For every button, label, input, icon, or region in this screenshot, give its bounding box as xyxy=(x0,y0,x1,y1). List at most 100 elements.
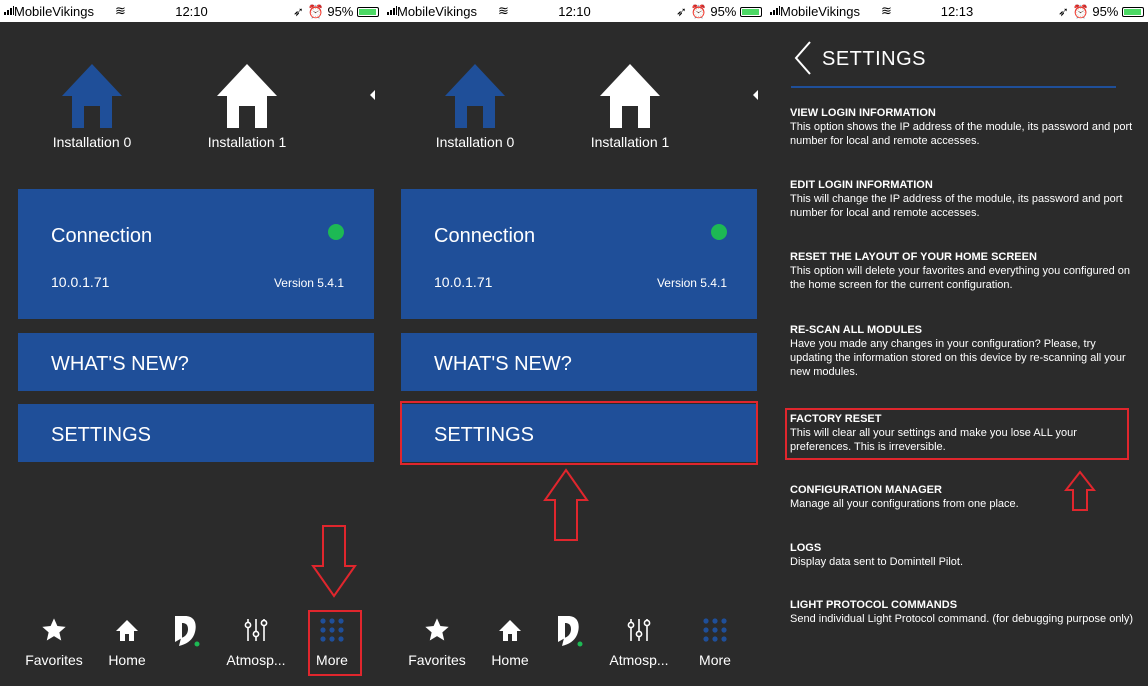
battery-icon xyxy=(740,7,762,17)
star-icon xyxy=(22,614,86,646)
battery-icon xyxy=(357,7,379,17)
option-description: Manage all your configurations from one … xyxy=(790,498,1019,510)
location-icon: ➶ xyxy=(293,4,304,19)
settings-button[interactable]: SETTINGS xyxy=(18,404,374,462)
annotation-highlight-factory-reset xyxy=(785,408,1129,460)
whats-new-label: WHAT'S NEW? xyxy=(434,353,572,375)
option-heading: EDIT LOGIN INFORMATION xyxy=(790,179,933,191)
tab-favorites[interactable]: Favorites xyxy=(405,614,469,668)
installation-1[interactable]: Installation 1 xyxy=(187,60,307,150)
whats-new-label: WHAT'S NEW? xyxy=(51,353,189,375)
whats-new-button[interactable]: WHAT'S NEW? xyxy=(401,333,757,391)
option-heading: LIGHT PROTOCOL COMMANDS xyxy=(790,599,958,611)
installation-label: Installation 0 xyxy=(52,134,132,150)
house-icon xyxy=(598,60,662,130)
whats-new-button[interactable]: WHAT'S NEW? xyxy=(18,333,374,391)
connection-card[interactable]: Connection 10.0.1.71 Version 5.4.1 xyxy=(18,189,374,319)
annotation-highlight-settings xyxy=(400,401,758,465)
back-chevron-icon[interactable] xyxy=(792,40,814,76)
tab-label: Atmosp... xyxy=(226,652,286,668)
home-icon xyxy=(95,614,159,646)
scroll-indicator-icon xyxy=(753,90,758,100)
option-description: Display data sent to Domintell Pilot. xyxy=(790,556,964,568)
annotation-arrow-up-icon xyxy=(543,468,589,541)
status-bar: MobileVikings ≋ 12:10 ➶ ⏰ 95% xyxy=(383,0,766,22)
domintell-logo-icon xyxy=(537,614,601,647)
tab-label: Home xyxy=(108,652,146,668)
option-heading: VIEW LOGIN INFORMATION xyxy=(790,107,936,119)
sliders-icon xyxy=(224,614,288,646)
option-description: Send individual Light Protocol command. … xyxy=(790,613,1134,625)
option-heading: RE-SCAN ALL MODULES xyxy=(790,324,922,336)
connection-card[interactable]: Connection 10.0.1.71 Version 5.4.1 xyxy=(401,189,757,319)
tab-pilot[interactable] xyxy=(154,614,218,647)
tab-home[interactable]: Home xyxy=(478,614,542,668)
status-bar: MobileVikings ≋ 12:13 ➶ ⏰ 95% xyxy=(766,0,1148,22)
installation-label: Installation 0 xyxy=(435,134,515,150)
installation-1[interactable]: Installation 1 xyxy=(570,60,690,150)
connection-ip: 10.0.1.71 xyxy=(434,274,493,290)
connection-status-dot xyxy=(711,224,727,240)
tab-atmospheres[interactable]: Atmosp... xyxy=(607,614,671,668)
option-description: This option will delete your favorites a… xyxy=(790,265,1130,291)
installation-label: Installation 1 xyxy=(590,134,670,150)
alarm-icon: ⏰ xyxy=(1072,4,1089,19)
tab-label: More xyxy=(699,652,731,668)
settings-label: SETTINGS xyxy=(51,424,152,446)
tab-more[interactable]: More xyxy=(683,614,747,668)
option-reset-layout[interactable]: RESET THE LAYOUT OF YOUR HOME SCREEN Thi… xyxy=(790,250,1140,292)
domintell-logo-icon xyxy=(154,614,218,647)
connection-version: Version 5.4.1 xyxy=(656,276,727,290)
option-view-login[interactable]: VIEW LOGIN INFORMATION This option shows… xyxy=(790,106,1140,148)
option-description: Have you made any changes in your config… xyxy=(790,338,1126,378)
home-icon xyxy=(478,614,542,646)
tab-home[interactable]: Home xyxy=(95,614,159,668)
star-icon xyxy=(405,614,469,646)
status-bar: MobileVikings ≋ 12:10 ➶ ⏰ 95% xyxy=(0,0,383,22)
installation-0[interactable]: Installation 0 xyxy=(32,60,152,150)
connection-title: Connection xyxy=(51,225,153,247)
option-description: This option shows the IP address of the … xyxy=(790,121,1133,147)
battery-percent: 95% xyxy=(710,4,737,19)
tab-label: Atmosp... xyxy=(609,652,669,668)
location-icon: ➶ xyxy=(676,4,687,19)
option-edit-login[interactable]: EDIT LOGIN INFORMATION This will change … xyxy=(790,178,1140,220)
tab-label: Favorites xyxy=(25,652,83,668)
house-icon xyxy=(215,60,279,130)
tab-label: Home xyxy=(491,652,529,668)
title-divider xyxy=(791,86,1116,88)
tab-bar: Favorites Home Atmosp... More xyxy=(383,614,766,674)
more-screen-2: MobileVikings ≋ 12:10 ➶ ⏰ 95% Installati… xyxy=(383,0,766,686)
connection-status-dot xyxy=(328,224,344,240)
option-rescan-modules[interactable]: RE-SCAN ALL MODULES Have you made any ch… xyxy=(790,323,1140,379)
tab-label: Favorites xyxy=(408,652,466,668)
tab-atmospheres[interactable]: Atmosp... xyxy=(224,614,288,668)
connection-title: Connection xyxy=(434,225,536,247)
tab-pilot[interactable] xyxy=(537,614,601,647)
option-description: This will change the IP address of the m… xyxy=(790,193,1123,219)
option-configuration-manager[interactable]: CONFIGURATION MANAGER Manage all your co… xyxy=(790,483,1140,511)
option-heading: RESET THE LAYOUT OF YOUR HOME SCREEN xyxy=(790,251,1037,263)
annotation-arrow-down-icon xyxy=(311,525,357,598)
installation-0[interactable]: Installation 0 xyxy=(415,60,535,150)
battery-icon xyxy=(1122,7,1144,17)
settings-screen: MobileVikings ≋ 12:13 ➶ ⏰ 95% SETTINGS V… xyxy=(766,0,1148,686)
option-logs[interactable]: LOGS Display data sent to Domintell Pilo… xyxy=(790,541,1140,569)
scroll-indicator-icon xyxy=(370,90,375,100)
installation-label: Installation 1 xyxy=(207,134,287,150)
grid-dots-icon xyxy=(683,614,747,646)
connection-ip: 10.0.1.71 xyxy=(51,274,110,290)
option-heading: LOGS xyxy=(790,542,822,554)
connection-version: Version 5.4.1 xyxy=(273,276,344,290)
house-icon xyxy=(60,60,124,130)
battery-percent: 95% xyxy=(327,4,354,19)
house-icon xyxy=(443,60,507,130)
annotation-highlight-more xyxy=(308,610,362,676)
alarm-icon: ⏰ xyxy=(690,4,707,19)
more-screen-1: MobileVikings ≋ 12:10 ➶ ⏰ 95% Installati… xyxy=(0,0,383,686)
option-light-protocol[interactable]: LIGHT PROTOCOL COMMANDS Send individual … xyxy=(790,598,1140,626)
option-heading: CONFIGURATION MANAGER xyxy=(790,484,942,496)
battery-percent: 95% xyxy=(1092,4,1119,19)
tab-favorites[interactable]: Favorites xyxy=(22,614,86,668)
sliders-icon xyxy=(607,614,671,646)
